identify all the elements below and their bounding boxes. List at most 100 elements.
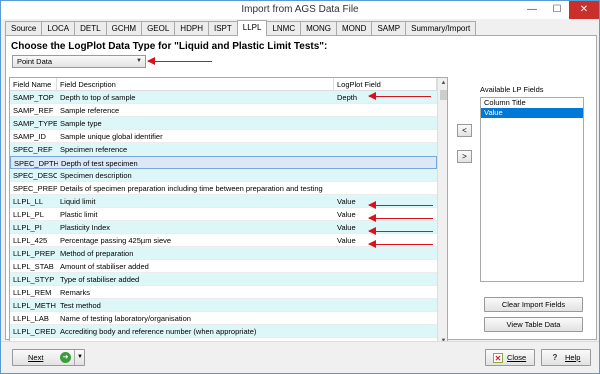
- available-fields-list[interactable]: Column Title Value: [480, 97, 584, 282]
- import-window: Import from AGS Data File — ☐ ✕ Source LO…: [0, 0, 600, 374]
- data-type-select[interactable]: Point Data ▼: [12, 55, 146, 68]
- field-description-cell: Method of preparation: [60, 249, 134, 258]
- tab-gchm[interactable]: GCHM: [105, 21, 143, 36]
- table-row[interactable]: LLPL_LAB Name of testing laboratory/organ…: [10, 312, 437, 325]
- field-description-cell: Plastic limit: [60, 210, 98, 219]
- next-button[interactable]: Next ➜ ▼: [12, 349, 85, 366]
- logplot-field-cell[interactable]: [334, 299, 437, 312]
- field-description-cell: Details of specimen preparation includin…: [60, 184, 323, 193]
- field-description-cell: Specimen reference: [60, 145, 128, 154]
- column-header-field-description: Field Description: [57, 78, 334, 91]
- data-type-value: Point Data: [17, 57, 53, 66]
- table-row[interactable]: LLPL_METH Test method: [10, 299, 437, 312]
- tab-ispt[interactable]: ISPT: [207, 21, 238, 36]
- logplot-field-cell[interactable]: [334, 182, 437, 195]
- logplot-field-cell[interactable]: Value: [334, 234, 437, 247]
- table-row[interactable]: SPEC_DESC Specimen description: [10, 169, 437, 182]
- field-description-cell: Name of testing laboratory/organisation: [60, 314, 191, 323]
- logplot-field-cell[interactable]: [334, 143, 437, 156]
- field-name-cell: LLPL_PREP: [13, 249, 56, 258]
- available-fields-label: Available LP Fields: [480, 85, 544, 94]
- logplot-field-cell[interactable]: [334, 169, 437, 182]
- list-item[interactable]: Column Title: [481, 98, 583, 108]
- annotation-arrow: [147, 57, 212, 65]
- table-row[interactable]: LLPL_STAB Amount of stabiliser added: [10, 260, 437, 273]
- table-scrollbar[interactable]: ▲ ▼: [437, 78, 447, 346]
- view-table-data-button[interactable]: View Table Data: [484, 317, 583, 332]
- field-name-cell: LLPL_PI: [13, 223, 42, 232]
- table-header: Field Name Field Description LogPlot Fie…: [10, 78, 437, 91]
- tab-strip: Source LOCA DETL GCHM GEOL HDPH ISPT LLPL LNMC MO…: [5, 20, 477, 36]
- logplot-field-cell[interactable]: Depth: [334, 91, 437, 104]
- tab-summary-import[interactable]: Summary/Import: [405, 21, 477, 36]
- field-description-cell: Liquid limit: [60, 197, 96, 206]
- logplot-field-cell[interactable]: [334, 325, 437, 338]
- tab-mond[interactable]: MOND: [336, 21, 373, 36]
- table-row[interactable]: SPEC_REF Specimen reference: [10, 143, 437, 156]
- field-name-cell: SAMP_TOP: [13, 93, 54, 102]
- maximize-icon[interactable]: ☐: [546, 1, 568, 19]
- scroll-up-icon[interactable]: ▲: [438, 78, 447, 88]
- move-left-button[interactable]: <: [457, 124, 472, 137]
- logplot-field-cell[interactable]: Value: [334, 221, 437, 234]
- chevron-down-icon[interactable]: ▼: [74, 350, 85, 365]
- field-name-cell: SAMP_ID: [13, 132, 46, 141]
- field-name-cell: LLPL_STAB: [13, 262, 54, 271]
- table-row[interactable]: SPEC_DPTH Depth of test specimen: [10, 156, 437, 169]
- table-row[interactable]: LLPL_STYP Type of stabiliser added: [10, 273, 437, 286]
- close-button[interactable]: ✕ Close: [485, 349, 535, 366]
- tab-source[interactable]: Source: [5, 21, 43, 36]
- minimize-icon[interactable]: —: [521, 1, 543, 19]
- table-row[interactable]: LLPL_PREP Method of preparation: [10, 247, 437, 260]
- annotation-arrow: [368, 227, 433, 235]
- tab-hdph[interactable]: HDPH: [174, 21, 209, 36]
- logplot-field-cell[interactable]: [334, 117, 437, 130]
- field-description-cell: Accrediting body and reference number (w…: [60, 327, 257, 336]
- tab-llpl[interactable]: LLPL: [236, 20, 268, 36]
- tab-samp[interactable]: SAMP: [371, 21, 407, 36]
- logplot-field-cell[interactable]: [334, 247, 437, 260]
- arrow-right-icon: ➜: [60, 352, 71, 363]
- title-bar: Import from AGS Data File — ☐ ✕: [1, 1, 599, 19]
- field-name-cell: LLPL_LL: [13, 197, 44, 206]
- field-description-cell: Plasticity Index: [60, 223, 111, 232]
- table-row[interactable]: SAMP_TYPE Sample type: [10, 117, 437, 130]
- field-name-cell: LLPL_425: [13, 236, 48, 245]
- logplot-field-cell[interactable]: [334, 104, 437, 117]
- field-name-cell: SAMP_REF: [13, 106, 54, 115]
- field-description-cell: Amount of stabiliser added: [60, 262, 149, 271]
- annotation-arrow: [368, 240, 433, 248]
- next-label: Next: [28, 353, 44, 362]
- tab-mong[interactable]: MONG: [300, 21, 337, 36]
- tab-lnmc[interactable]: LNMC: [266, 21, 302, 36]
- logplot-field-cell[interactable]: [334, 312, 437, 325]
- field-mapping-table: Field Name Field Description LogPlot Fie…: [9, 77, 448, 347]
- logplot-field-cell[interactable]: Value: [334, 208, 437, 221]
- tab-detl[interactable]: DETL: [74, 21, 107, 36]
- field-name-cell: LLPL_METH: [13, 301, 56, 310]
- table-row[interactable]: LLPL_REM Remarks: [10, 286, 437, 299]
- logplot-field-cell[interactable]: [334, 130, 437, 143]
- logplot-field-cell[interactable]: [334, 260, 437, 273]
- scroll-thumb[interactable]: [440, 90, 447, 100]
- logplot-field-cell[interactable]: [334, 273, 437, 286]
- tab-loca[interactable]: LOCA: [41, 21, 76, 36]
- help-button[interactable]: ? Help: [541, 349, 591, 366]
- field-description-cell: Sample reference: [60, 106, 120, 115]
- field-description-cell: Remarks: [60, 288, 91, 297]
- close-window-icon[interactable]: ✕: [569, 1, 599, 19]
- clear-import-fields-button[interactable]: Clear Import Fields: [484, 297, 583, 312]
- page-title: Choose the LogPlot Data Type for "Liquid…: [11, 41, 328, 52]
- logplot-field-cell[interactable]: [334, 286, 437, 299]
- table-row[interactable]: LLPL_CRED Accrediting body and reference …: [10, 325, 437, 338]
- field-name-cell: LLPL_STYP: [13, 275, 55, 284]
- field-name-cell: LLPL_REM: [13, 288, 52, 297]
- annotation-arrow: [368, 92, 431, 100]
- list-item-selected[interactable]: Value: [481, 108, 583, 118]
- tab-geol[interactable]: GEOL: [141, 21, 176, 36]
- table-row[interactable]: SPEC_PREP Details of specimen preparation…: [10, 182, 437, 195]
- table-row[interactable]: SAMP_REF Sample reference: [10, 104, 437, 117]
- table-row[interactable]: SAMP_ID Sample unique global identifier: [10, 130, 437, 143]
- logplot-field-cell[interactable]: Value: [334, 195, 437, 208]
- move-right-button[interactable]: >: [457, 150, 472, 163]
